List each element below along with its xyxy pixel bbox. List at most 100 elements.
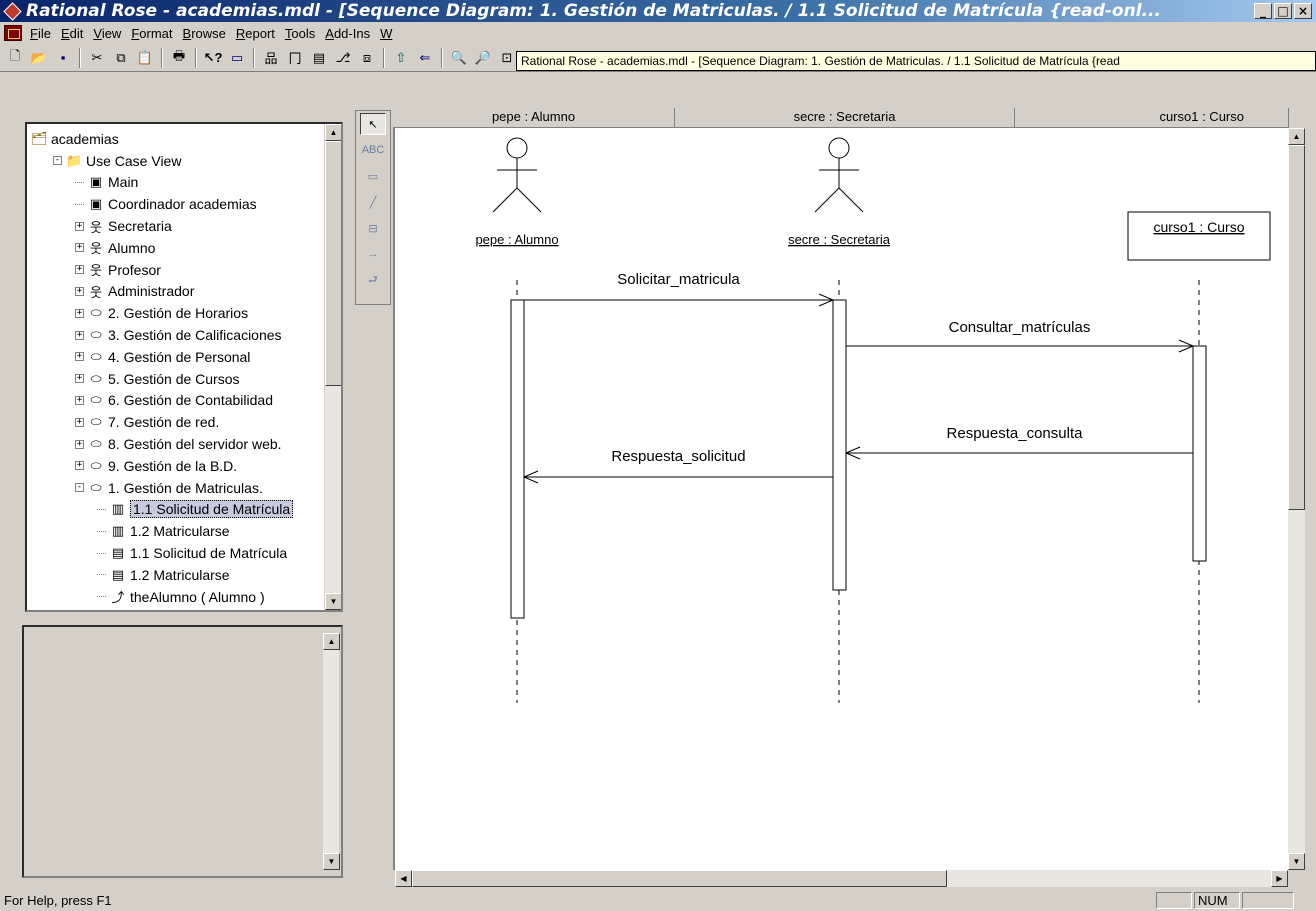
menu-tools[interactable]: Tools: [281, 26, 321, 41]
message-label[interactable]: Solicitar_matricula: [617, 271, 740, 288]
tree-item[interactable]: + ⬭ 4. Gestión de Personal: [31, 346, 323, 368]
tree-item[interactable]: + ⬭ 9. Gestión de la B.D.: [31, 455, 323, 477]
tree-item[interactable]: + 웃 Alumno: [31, 237, 323, 259]
browse-deployment-diagram-icon[interactable]: ⧈: [356, 47, 378, 69]
actor-leg[interactable]: [814, 187, 840, 213]
browse-state-diagram-icon[interactable]: ⎇: [332, 47, 354, 69]
text-box-tool-icon[interactable]: ABC: [360, 139, 386, 161]
context-help-icon[interactable]: ↖?: [202, 47, 224, 69]
menu-add-ins[interactable]: Add-Ins: [321, 26, 376, 41]
model-browser[interactable]: 🗂 academias - 📁 Use Case View ▣ Main ▣ Coordinad…: [25, 122, 343, 612]
tree-item[interactable]: ⤴ theSecretaria ( Secretaria ): [31, 608, 323, 610]
documentation-pane[interactable]: ▲ ▼: [22, 625, 343, 878]
menu-file[interactable]: File: [26, 26, 57, 41]
tree-item[interactable]: ▤ 1.2 Matricularse: [31, 564, 323, 586]
expand-icon[interactable]: +: [75, 308, 84, 318]
tree-item[interactable]: ▣ Coordinador academias: [31, 193, 323, 215]
scroll-down-arrow[interactable]: ▼: [323, 853, 340, 870]
selection-tool-icon[interactable]: ↖: [360, 113, 386, 135]
scroll-thumb[interactable]: [1288, 145, 1305, 510]
tree-item[interactable]: ▣ Main: [31, 172, 323, 194]
object-label[interactable]: curso1 : Curso: [1153, 219, 1244, 235]
tree-item[interactable]: ⤴ theAlumno ( Alumno ): [31, 586, 323, 608]
scroll-down-arrow[interactable]: ▼: [1288, 853, 1305, 870]
rose-app-icon[interactable]: [4, 3, 20, 19]
tree-item[interactable]: + 웃 Administrador: [31, 281, 323, 303]
expand-icon[interactable]: +: [75, 374, 84, 384]
browse-component-diagram-icon[interactable]: ▤: [308, 47, 330, 69]
tree-item[interactable]: + ⬭ 8. Gestión del servidor web.: [31, 433, 323, 455]
title-bar[interactable]: Rational Rose - academias.mdl - [Sequenc…: [0, 0, 1316, 22]
diagram-window-icon[interactable]: [4, 25, 22, 41]
activation-bar[interactable]: [510, 299, 525, 619]
browser-vertical-scrollbar[interactable]: ▲ ▼: [324, 124, 341, 610]
scroll-left-arrow[interactable]: ◀: [395, 870, 412, 887]
open-icon[interactable]: 📂: [28, 47, 50, 69]
expand-icon[interactable]: +: [75, 330, 84, 340]
minimize-button[interactable]: _: [1254, 3, 1272, 19]
collapse-icon[interactable]: -: [75, 483, 84, 493]
expand-icon[interactable]: +: [75, 461, 84, 471]
note-tool-icon[interactable]: ▭: [360, 165, 386, 187]
documentation-vertical-scrollbar[interactable]: ▲ ▼: [322, 633, 340, 870]
menu-edit[interactable]: Edit: [57, 26, 89, 41]
actor-leg[interactable]: [516, 187, 542, 213]
expand-icon[interactable]: +: [75, 439, 84, 449]
tree-item[interactable]: 🗂 academias: [31, 128, 323, 150]
browse-interaction-diagram-icon[interactable]: 冂: [284, 47, 306, 69]
new-icon[interactable]: 🗋: [4, 47, 26, 69]
browse-class-diagram-icon[interactable]: 品: [260, 47, 282, 69]
print-icon[interactable]: 🖶: [168, 47, 190, 69]
message-to-self-tool-icon[interactable]: ⮐: [360, 269, 386, 291]
expand-icon[interactable]: +: [75, 243, 84, 253]
scroll-down-arrow[interactable]: ▼: [325, 593, 341, 610]
scroll-thumb[interactable]: [325, 141, 341, 386]
tree-item[interactable]: + ⬭ 6. Gestión de Contabilidad: [31, 390, 323, 412]
object-label[interactable]: pepe : Alumno: [475, 232, 558, 247]
sequence-diagram[interactable]: pepe : Alumno secre : Secretaria curso1 : …: [395, 128, 1288, 870]
cut-icon[interactable]: ✂: [86, 47, 108, 69]
menu-report[interactable]: Report: [232, 26, 281, 41]
tree-item[interactable]: ▤ 1.1 Solicitud de Matrícula: [31, 542, 323, 564]
tree-item[interactable]: + ⬭ 3. Gestión de Calificaciones: [31, 324, 323, 346]
object-tool-icon[interactable]: ⊟: [360, 217, 386, 239]
zoom-in-icon[interactable]: 🔍: [448, 47, 470, 69]
menu-format[interactable]: Format: [127, 26, 178, 41]
message-label[interactable]: Consultar_matrículas: [949, 319, 1091, 336]
scroll-right-arrow[interactable]: ▶: [1271, 870, 1288, 887]
actor-head[interactable]: [506, 137, 528, 159]
maximize-button[interactable]: □: [1274, 3, 1292, 19]
header-object-pepe[interactable]: pepe : Alumno: [393, 108, 675, 128]
browse-parent-icon[interactable]: ⇧: [390, 47, 412, 69]
activation-bar[interactable]: [1192, 345, 1207, 562]
diagram-horizontal-scrollbar[interactable]: ◀ ▶: [395, 870, 1288, 887]
actor-head[interactable]: [828, 137, 850, 159]
expand-icon[interactable]: +: [75, 417, 84, 427]
scroll-up-arrow[interactable]: ▲: [325, 124, 341, 141]
expand-icon[interactable]: +: [75, 265, 84, 275]
expand-icon[interactable]: +: [75, 395, 84, 405]
tree-item[interactable]: + 웃 Secretaria: [31, 215, 323, 237]
message-label[interactable]: Respuesta_solicitud: [611, 448, 745, 465]
expand-icon[interactable]: +: [75, 221, 84, 231]
expand-icon[interactable]: +: [75, 286, 84, 296]
tree-item[interactable]: ▥ 1.1 Solicitud de Matrícula: [31, 499, 323, 521]
save-icon[interactable]: ▪: [52, 47, 74, 69]
diagram-vertical-scrollbar[interactable]: ▲ ▼: [1288, 128, 1305, 870]
actor-leg[interactable]: [838, 187, 864, 213]
copy-icon[interactable]: ⧉: [110, 47, 132, 69]
activation-bar[interactable]: [832, 299, 847, 591]
sequence-diagram-canvas[interactable]: pepe : Alumno secre : Secretaria curso1 : …: [393, 128, 1288, 870]
browse-previous-icon[interactable]: ⇐: [414, 47, 436, 69]
view-doc-icon[interactable]: ▭: [226, 47, 248, 69]
menu-window[interactable]: W: [376, 26, 398, 41]
scroll-up-arrow[interactable]: ▲: [323, 633, 340, 650]
scroll-up-arrow[interactable]: ▲: [1288, 128, 1305, 145]
anchor-note-tool-icon[interactable]: ╱: [360, 191, 386, 213]
tree-item[interactable]: - ⬭ 1. Gestión de Matriculas.: [31, 477, 323, 499]
header-object-curso1[interactable]: curso1 : Curso: [1015, 108, 1289, 128]
tree-item[interactable]: + ⬭ 5. Gestión de Cursos: [31, 368, 323, 390]
tree-item[interactable]: + ⬭ 7. Gestión de red.: [31, 411, 323, 433]
paste-icon[interactable]: 📋: [134, 47, 156, 69]
close-button[interactable]: ×: [1294, 3, 1312, 19]
